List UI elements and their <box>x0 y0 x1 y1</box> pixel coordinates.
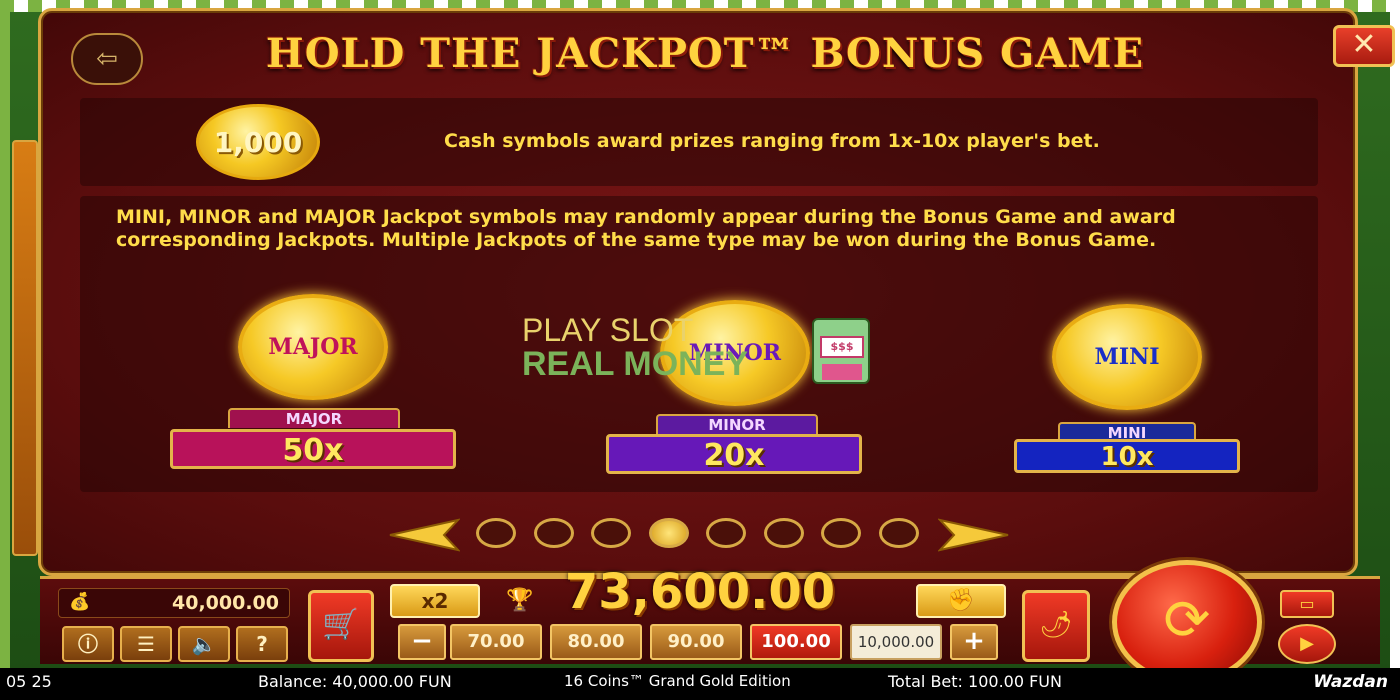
gamble-icon: ▭ <box>1299 594 1315 613</box>
balance-display: 💰 40,000.00 <box>58 588 290 618</box>
major-coin-label: MAJOR <box>268 334 358 360</box>
watermark-line2: REAL MONEY <box>522 345 749 383</box>
page-dot[interactable] <box>533 518 574 548</box>
sound-button[interactable]: 🔈 <box>178 626 230 662</box>
bet-increase-button[interactable]: + <box>950 624 998 660</box>
status-bar: 05 25 Balance: 40,000.00 FUN 16 Coins™ G… <box>0 668 1400 700</box>
win-amount: 73,600.00 <box>564 564 836 620</box>
buy-feature-button[interactable]: 🛒 <box>308 590 374 662</box>
multiplier-button[interactable]: x2 <box>390 584 480 618</box>
help-icon: ? <box>256 632 268 656</box>
jackpot-description: MINI, MINOR and MAJOR Jackpot symbols ma… <box>116 206 1176 251</box>
close-icon: ✕ <box>1351 27 1377 62</box>
info-button[interactable]: ⓘ <box>62 626 114 662</box>
bet-option[interactable]: 90.00 <box>650 624 742 660</box>
mini-coin-label: MINI <box>1094 344 1160 370</box>
major-tag: MAJOR <box>228 408 400 428</box>
page-dot[interactable] <box>821 518 861 548</box>
autoplay-icon: ✊ <box>947 588 975 613</box>
info-icon: ⓘ <box>78 632 98 656</box>
bet-option[interactable]: 70.00 <box>450 624 542 660</box>
slot-machine-window: $$$ <box>820 336 864 358</box>
cash-coin-icon: 1,000 <box>196 104 320 180</box>
mini-value: 10x <box>1014 439 1240 473</box>
balance-value: 40,000.00 <box>172 592 279 614</box>
page-dot[interactable] <box>878 518 919 548</box>
major-coin-icon: MAJOR <box>238 294 388 400</box>
page-title: HOLD THE JACKPOT™ BONUS GAME <box>265 30 1145 77</box>
exit-icon: ⇦ <box>96 44 118 74</box>
help-button[interactable]: ? <box>236 626 288 662</box>
status-balance: Balance: 40,000.00 FUN <box>258 672 452 691</box>
arrow-left-icon[interactable] <box>388 518 460 552</box>
bet-option-selected[interactable]: 100.00 <box>750 624 842 660</box>
exit-button[interactable]: ⇦ <box>71 33 143 85</box>
spin-button[interactable]: ⟳ <box>1112 560 1262 684</box>
gamble-button[interactable]: ▭ <box>1280 590 1334 618</box>
slot-machine-icon: $$$ <box>812 318 870 384</box>
minor-tag: MINOR <box>656 414 818 434</box>
game-name: 16 Coins™ Grand Gold Edition <box>564 672 791 690</box>
autoplay-button[interactable]: ✊ <box>916 584 1006 618</box>
status-total-bet: Total Bet: 100.00 FUN <box>888 672 1062 691</box>
trophy-icon: 🏆 <box>506 588 534 613</box>
cash-description: Cash symbols award prizes ranging from 1… <box>444 130 1100 152</box>
page-dot[interactable] <box>763 518 804 548</box>
spin-icon: ⟳ <box>1163 588 1211 653</box>
bet-option[interactable]: 10,000.00 <box>850 624 942 660</box>
minor-value: 20x <box>606 434 862 474</box>
turbo-icon: 🌶 <box>1039 610 1073 640</box>
page-dot[interactable] <box>648 518 689 548</box>
arrow-right-icon[interactable] <box>938 518 1010 552</box>
turbo-button[interactable]: 🌶 <box>1022 590 1090 662</box>
menu-button[interactable]: ☰ <box>120 626 172 662</box>
clock: 05 25 <box>6 672 52 691</box>
bet-option[interactable]: 80.00 <box>550 624 642 660</box>
watermark-line1: PLAY SLOT <box>522 312 694 348</box>
major-value: 50x <box>170 429 456 469</box>
watermark: PLAY SLOT REAL MONEY <box>522 312 748 384</box>
page-dot[interactable] <box>706 518 746 548</box>
bet-decrease-button[interactable]: − <box>398 624 446 660</box>
money-bag-icon: 💰 <box>69 592 91 612</box>
menu-icon: ☰ <box>137 632 155 656</box>
multiplier-label: x2 <box>421 589 449 613</box>
cash-coin-label: 1,000 <box>213 125 303 159</box>
mini-coin-icon: MINI <box>1052 304 1202 410</box>
brand-logo: Wazdan <box>1313 672 1388 692</box>
sound-icon: 🔈 <box>191 632 217 656</box>
close-button[interactable]: ✕ <box>1333 25 1395 67</box>
cart-icon: 🛒 <box>322 607 360 642</box>
autospin-button[interactable]: ▶ <box>1278 624 1336 664</box>
page-dot[interactable] <box>591 518 631 548</box>
play-icon: ▶ <box>1300 633 1314 654</box>
page-dot[interactable] <box>476 518 516 548</box>
side-reel-strip <box>12 140 38 556</box>
cash-symbol-row: 1,000 Cash symbols award prizes ranging … <box>80 98 1318 186</box>
